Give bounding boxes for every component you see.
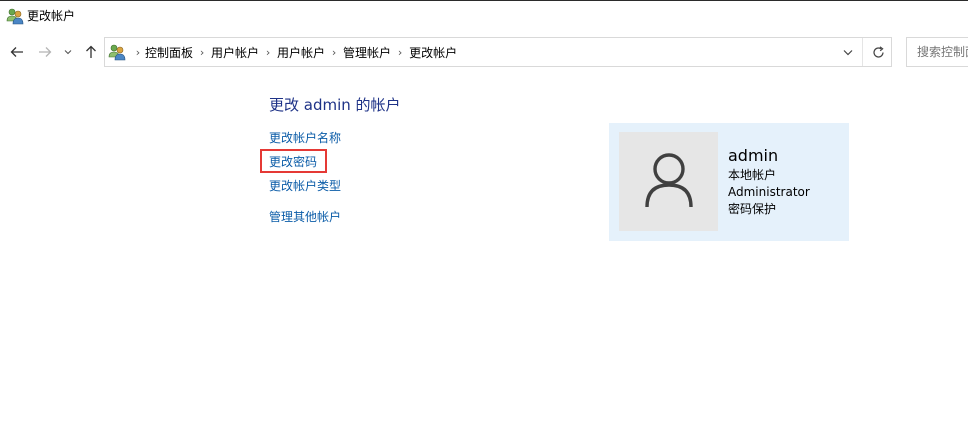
user-accounts-icon (108, 43, 126, 61)
change-account-name-link[interactable]: 更改帐户名称 (269, 130, 341, 146)
search-input[interactable] (906, 37, 968, 67)
chevron-down-icon[interactable] (62, 43, 74, 61)
arrow-left-icon[interactable] (8, 43, 26, 61)
breadcrumb-separator[interactable]: › (259, 46, 277, 59)
breadcrumb-separator[interactable]: › (193, 46, 211, 59)
breadcrumb-item-user-accounts-sub[interactable]: 用户帐户 (277, 44, 325, 61)
account-role: Administrator (728, 185, 810, 199)
user-accounts-icon (6, 7, 24, 25)
arrow-up-icon[interactable] (82, 43, 100, 61)
manage-other-accounts-link[interactable]: 管理其他帐户 (269, 209, 341, 225)
breadcrumb-separator[interactable]: › (131, 46, 145, 59)
title-bar: 更改帐户 (0, 1, 968, 31)
change-account-type-link[interactable]: 更改帐户类型 (269, 178, 341, 194)
account-name: admin (728, 146, 779, 165)
breadcrumb-item-user-accounts[interactable]: 用户帐户 (211, 44, 259, 61)
highlight-box (260, 149, 327, 173)
breadcrumb-item-change-account[interactable]: 更改帐户 (409, 44, 457, 61)
breadcrumb-item-manage-accounts[interactable]: 管理帐户 (343, 44, 391, 61)
arrow-right-icon[interactable] (36, 43, 54, 61)
refresh-icon[interactable] (870, 44, 886, 60)
account-type: 本地帐户 (728, 168, 777, 182)
user-avatar-icon (644, 152, 694, 212)
breadcrumb-separator[interactable]: › (391, 46, 409, 59)
page-title: 更改 admin 的帐户 (269, 96, 401, 114)
navigation-bar: › 控制面板 › 用户帐户 › 用户帐户 › 管理帐户 › 更改帐户 (0, 36, 968, 68)
chevron-down-icon[interactable] (840, 44, 856, 60)
breadcrumb-separator[interactable]: › (325, 46, 343, 59)
avatar (619, 132, 718, 231)
account-card: admin 本地帐户 Administrator 密码保护 (609, 123, 849, 241)
address-divider (862, 38, 863, 66)
change-account-window: 更改帐户 › 控制面板 › 用户帐户 › 用户帐户 › 管理帐户 › 更改帐户 … (0, 0, 968, 432)
breadcrumb: › 控制面板 › 用户帐户 › 用户帐户 › 管理帐户 › 更改帐户 (131, 38, 457, 66)
address-bar[interactable]: › 控制面板 › 用户帐户 › 用户帐户 › 管理帐户 › 更改帐户 (104, 37, 892, 67)
window-title: 更改帐户 (27, 9, 76, 23)
breadcrumb-item-control-panel[interactable]: 控制面板 (145, 44, 193, 61)
password-status: 密码保护 (728, 202, 777, 216)
